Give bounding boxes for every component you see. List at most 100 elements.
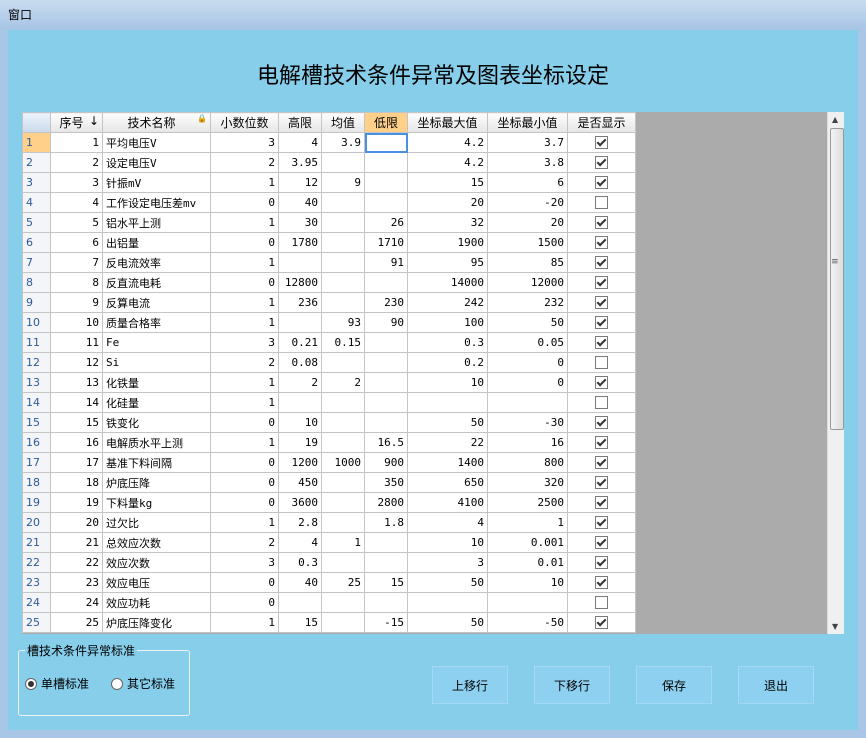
cell-name[interactable]: 平均电压V bbox=[102, 132, 211, 153]
cell-axis-min[interactable]: 0.01 bbox=[487, 552, 568, 573]
cell-axis-min[interactable]: 232 bbox=[487, 292, 568, 313]
cell-visible[interactable] bbox=[567, 512, 636, 533]
cell-axis-min[interactable]: -30 bbox=[487, 412, 568, 433]
cell-visible[interactable] bbox=[567, 212, 636, 233]
row-header[interactable]: 19 bbox=[22, 492, 51, 513]
cell-name[interactable]: 工作设定电压差mv bbox=[102, 192, 211, 213]
cell-name[interactable]: 电解质水平上测 bbox=[102, 432, 211, 453]
cell-decimals[interactable]: 3 bbox=[210, 552, 279, 573]
cell-mean[interactable]: 2 bbox=[321, 372, 365, 393]
table-row[interactable]: 18 18 炉底压降 0 450 350 650 320 bbox=[22, 472, 636, 493]
row-header[interactable]: 3 bbox=[22, 172, 51, 193]
cell-axis-max[interactable]: 242 bbox=[407, 292, 488, 313]
radio-dot-single[interactable] bbox=[25, 677, 37, 690]
cell-axis-max[interactable]: 10 bbox=[407, 372, 488, 393]
cell-name[interactable]: 化硅量 bbox=[102, 392, 211, 413]
cell-axis-max[interactable]: 10 bbox=[407, 532, 488, 553]
row-header[interactable]: 2 bbox=[22, 152, 51, 173]
cell-decimals[interactable]: 1 bbox=[210, 612, 279, 633]
col-header-axis-max[interactable]: 坐标最大值 bbox=[407, 112, 488, 133]
cell-decimals[interactable]: 1 bbox=[210, 432, 279, 453]
cell-name[interactable]: 铝水平上测 bbox=[102, 212, 211, 233]
cell-decimals[interactable]: 2 bbox=[210, 532, 279, 553]
visible-checkbox[interactable] bbox=[595, 156, 608, 170]
cell-axis-min[interactable]: 0 bbox=[487, 372, 568, 393]
table-row[interactable]: 10 10 质量合格率 1 93 90 100 50 bbox=[22, 312, 636, 333]
table-row[interactable]: 25 25 炉底压降变化 1 15 -15 50 -50 bbox=[22, 612, 636, 633]
row-header[interactable]: 17 bbox=[22, 452, 51, 473]
cell-index[interactable]: 16 bbox=[50, 432, 103, 453]
row-header[interactable]: 15 bbox=[22, 412, 51, 433]
visible-checkbox[interactable] bbox=[595, 496, 608, 510]
cell-axis-max[interactable]: 50 bbox=[407, 572, 488, 593]
cell-visible[interactable] bbox=[567, 252, 636, 273]
row-header[interactable]: 21 bbox=[22, 532, 51, 553]
row-header[interactable]: 1 bbox=[22, 132, 51, 153]
cell-mean[interactable] bbox=[321, 492, 365, 513]
cell-axis-max[interactable]: 50 bbox=[407, 412, 488, 433]
cell-index[interactable]: 17 bbox=[50, 452, 103, 473]
table-row[interactable]: 7 7 反电流效率 1 91 95 85 bbox=[22, 252, 636, 273]
cell-axis-min[interactable]: -50 bbox=[487, 612, 568, 633]
cell-visible[interactable] bbox=[567, 572, 636, 593]
cell-decimals[interactable]: 0 bbox=[210, 592, 279, 613]
cell-index[interactable]: 10 bbox=[50, 312, 103, 333]
cell-visible[interactable] bbox=[567, 552, 636, 573]
cell-decimals[interactable]: 0 bbox=[210, 232, 279, 253]
cell-axis-min[interactable]: 3.7 bbox=[487, 132, 568, 153]
cell-mean[interactable]: 1 bbox=[321, 532, 365, 553]
cell-mean[interactable] bbox=[321, 412, 365, 433]
cell-name[interactable]: 总效应次数 bbox=[102, 532, 211, 553]
cell-axis-max[interactable]: 22 bbox=[407, 432, 488, 453]
cell-axis-min[interactable]: 6 bbox=[487, 172, 568, 193]
cell-index[interactable]: 4 bbox=[50, 192, 103, 213]
row-header[interactable]: 25 bbox=[22, 612, 51, 633]
cell-visible[interactable] bbox=[567, 352, 636, 373]
visible-checkbox[interactable] bbox=[595, 516, 608, 530]
visible-checkbox[interactable] bbox=[595, 536, 608, 550]
cell-low[interactable]: 16.5 bbox=[364, 432, 408, 453]
cell-low[interactable] bbox=[364, 392, 408, 413]
cell-mean[interactable] bbox=[321, 192, 365, 213]
row-header[interactable]: 24 bbox=[22, 592, 51, 613]
cell-low[interactable] bbox=[364, 552, 408, 573]
cell-high[interactable]: 0.08 bbox=[278, 352, 322, 373]
cell-visible[interactable] bbox=[567, 172, 636, 193]
cell-name[interactable]: 效应次数 bbox=[102, 552, 211, 573]
cell-mean[interactable] bbox=[321, 592, 365, 613]
cell-high[interactable]: 19 bbox=[278, 432, 322, 453]
cell-index[interactable]: 18 bbox=[50, 472, 103, 493]
cell-name[interactable]: 反直流电耗 bbox=[102, 272, 211, 293]
cell-mean[interactable] bbox=[321, 392, 365, 413]
cell-axis-min[interactable]: 0.05 bbox=[487, 332, 568, 353]
cell-high[interactable]: 40 bbox=[278, 192, 322, 213]
visible-checkbox[interactable] bbox=[595, 196, 608, 210]
cell-index[interactable]: 22 bbox=[50, 552, 103, 573]
cell-high[interactable]: 30 bbox=[278, 212, 322, 233]
cell-mean[interactable]: 3.9 bbox=[321, 132, 365, 153]
cell-axis-min[interactable]: 800 bbox=[487, 452, 568, 473]
cell-high[interactable]: 40 bbox=[278, 572, 322, 593]
cell-mean[interactable]: 93 bbox=[321, 312, 365, 333]
col-header-mean[interactable]: 均值 bbox=[321, 112, 365, 133]
visible-checkbox[interactable] bbox=[595, 296, 608, 310]
cell-high[interactable] bbox=[278, 252, 322, 273]
cell-low[interactable]: 1710 bbox=[364, 232, 408, 253]
cell-name[interactable]: 化铁量 bbox=[102, 372, 211, 393]
cell-visible[interactable] bbox=[567, 292, 636, 313]
radio-other[interactable]: 其它标准 bbox=[111, 675, 175, 692]
cell-axis-min[interactable]: -20 bbox=[487, 192, 568, 213]
table-row[interactable]: 13 13 化铁量 1 2 2 10 0 bbox=[22, 372, 636, 393]
cell-visible[interactable] bbox=[567, 432, 636, 453]
table-row[interactable]: 14 14 化硅量 1 bbox=[22, 392, 636, 413]
cell-name[interactable]: 炉底压降 bbox=[102, 472, 211, 493]
cell-high[interactable]: 450 bbox=[278, 472, 322, 493]
cell-index[interactable]: 11 bbox=[50, 332, 103, 353]
cell-axis-max[interactable] bbox=[407, 392, 488, 413]
cell-high[interactable]: 2.8 bbox=[278, 512, 322, 533]
cell-high[interactable]: 1780 bbox=[278, 232, 322, 253]
scroll-up-icon[interactable]: ▲ bbox=[832, 115, 838, 124]
cell-high[interactable]: 10 bbox=[278, 412, 322, 433]
cell-visible[interactable] bbox=[567, 472, 636, 493]
cell-name[interactable]: 铁变化 bbox=[102, 412, 211, 433]
